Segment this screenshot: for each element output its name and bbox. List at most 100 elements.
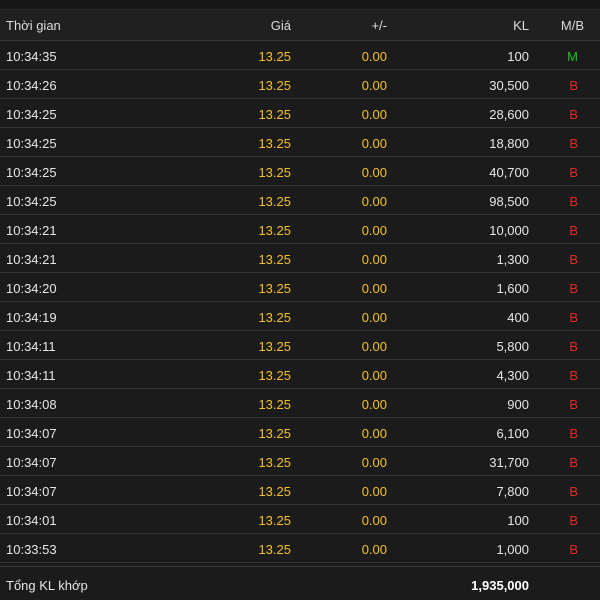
trade-volume: 18,800 [489, 136, 529, 151]
trade-row[interactable]: 10:34:11 13.25 0.00 4,300 B [0, 360, 600, 389]
trade-side: B [569, 397, 578, 412]
trade-volume: 100 [507, 49, 529, 64]
trade-volume: 900 [507, 397, 529, 412]
trade-price: 13.25 [258, 165, 291, 180]
trade-side: M [567, 49, 578, 64]
trade-side: B [569, 107, 578, 122]
trade-volume: 10,000 [489, 223, 529, 238]
trade-row[interactable]: 10:34:01 13.25 0.00 100 B [0, 505, 600, 534]
trade-row[interactable]: 10:34:25 13.25 0.00 98,500 B [0, 186, 600, 215]
trade-change: 0.00 [361, 78, 387, 93]
trade-change: 0.00 [361, 107, 387, 122]
trade-price: 13.25 [258, 339, 291, 354]
total-volume-label: Tổng KL khớp [6, 578, 88, 593]
trade-volume: 1,300 [496, 252, 529, 267]
trade-side: B [569, 310, 578, 325]
header-price: Giá [270, 18, 291, 33]
trade-change: 0.00 [361, 136, 387, 151]
table-header: Thời gian Giá +/- KL M/B [0, 10, 600, 41]
trade-row[interactable]: 10:34:21 13.25 0.00 1,300 B [0, 244, 600, 273]
trade-price: 13.25 [258, 107, 291, 122]
trade-row[interactable]: 10:34:11 13.25 0.00 5,800 B [0, 331, 600, 360]
trade-row[interactable]: 10:34:21 13.25 0.00 10,000 B [0, 215, 600, 244]
trade-change: 0.00 [361, 281, 387, 296]
trade-price: 13.25 [258, 455, 291, 470]
trade-row[interactable]: 10:34:25 13.25 0.00 40,700 B [0, 157, 600, 186]
trade-time: 10:34:20 [6, 281, 57, 296]
trade-side: B [569, 339, 578, 354]
header-side: M/B [560, 18, 584, 33]
trade-side: B [569, 542, 578, 557]
trade-row[interactable]: 10:34:25 13.25 0.00 18,800 B [0, 128, 600, 157]
trade-change: 0.00 [361, 339, 387, 354]
trade-time: 10:34:25 [6, 136, 57, 151]
trade-side: B [569, 165, 578, 180]
trade-volume: 30,500 [489, 78, 529, 93]
trade-price: 13.25 [258, 78, 291, 93]
trade-price: 13.25 [258, 397, 291, 412]
header-volume: KL [513, 18, 529, 33]
trade-row[interactable]: 10:34:07 13.25 0.00 7,800 B [0, 476, 600, 505]
trade-side: B [569, 136, 578, 151]
trade-price: 13.25 [258, 513, 291, 528]
trade-volume: 1,000 [496, 542, 529, 557]
trade-time: 10:33:53 [6, 542, 57, 557]
trade-list[interactable]: 10:34:35 13.25 0.00 100 M 10:34:26 13.25 0.00 30… [0, 41, 600, 563]
trade-time: 10:34:07 [6, 484, 57, 499]
trade-time: 10:34:11 [6, 368, 56, 383]
trade-time: 10:34:01 [6, 513, 57, 528]
trade-change: 0.00 [361, 426, 387, 441]
total-volume-value: 1,935,000 [471, 578, 529, 593]
trade-change: 0.00 [361, 368, 387, 383]
trade-side: B [569, 223, 578, 238]
trade-row[interactable]: 10:34:25 13.25 0.00 28,600 B [0, 99, 600, 128]
trade-price: 13.25 [258, 49, 291, 64]
trade-time: 10:34:25 [6, 165, 57, 180]
trade-price: 13.25 [258, 223, 291, 238]
trade-price: 13.25 [258, 542, 291, 557]
trade-price: 13.25 [258, 310, 291, 325]
trade-row[interactable]: 10:33:53 13.25 0.00 1,000 B [0, 534, 600, 563]
trade-row[interactable]: 10:34:07 13.25 0.00 31,700 B [0, 447, 600, 476]
trade-row[interactable]: 10:34:07 13.25 0.00 6,100 B [0, 418, 600, 447]
trade-time: 10:34:35 [6, 49, 57, 64]
trade-change: 0.00 [361, 455, 387, 470]
trade-side: B [569, 426, 578, 441]
trade-change: 0.00 [361, 223, 387, 238]
trade-row[interactable]: 10:34:20 13.25 0.00 1,600 B [0, 273, 600, 302]
trade-row[interactable]: 10:34:19 13.25 0.00 400 B [0, 302, 600, 331]
trade-history-screen: Thời gian Giá +/- KL M/B 10:34:35 13.25 0.… [0, 0, 600, 600]
trade-volume: 98,500 [489, 194, 529, 209]
trade-price: 13.25 [258, 194, 291, 209]
footer-summary: Tổng KL khớp 1,935,000 [0, 567, 600, 600]
trade-volume: 28,600 [489, 107, 529, 122]
trade-time: 10:34:26 [6, 78, 57, 93]
trade-volume: 7,800 [496, 484, 529, 499]
trade-row[interactable]: 10:34:26 13.25 0.00 30,500 B [0, 70, 600, 99]
trade-side: B [569, 78, 578, 93]
trade-time: 10:34:07 [6, 455, 57, 470]
trade-volume: 1,600 [496, 281, 529, 296]
trade-change: 0.00 [361, 49, 387, 64]
trade-side: B [569, 484, 578, 499]
trade-volume: 31,700 [489, 455, 529, 470]
trade-change: 0.00 [361, 252, 387, 267]
trade-price: 13.25 [258, 484, 291, 499]
trade-price: 13.25 [258, 281, 291, 296]
trade-change: 0.00 [361, 397, 387, 412]
trade-price: 13.25 [258, 426, 291, 441]
trade-row[interactable]: 10:34:35 13.25 0.00 100 M [0, 41, 600, 70]
header-time: Thời gian [6, 18, 61, 33]
top-bar-remnant [0, 0, 600, 10]
trade-time: 10:34:07 [6, 426, 57, 441]
trade-volume: 400 [507, 310, 529, 325]
trade-side: B [569, 194, 578, 209]
trade-time: 10:34:11 [6, 339, 56, 354]
trade-change: 0.00 [361, 310, 387, 325]
trade-change: 0.00 [361, 542, 387, 557]
trade-time: 10:34:19 [6, 310, 57, 325]
trade-price: 13.25 [258, 368, 291, 383]
trade-volume: 6,100 [496, 426, 529, 441]
trade-change: 0.00 [361, 165, 387, 180]
trade-row[interactable]: 10:34:08 13.25 0.00 900 B [0, 389, 600, 418]
